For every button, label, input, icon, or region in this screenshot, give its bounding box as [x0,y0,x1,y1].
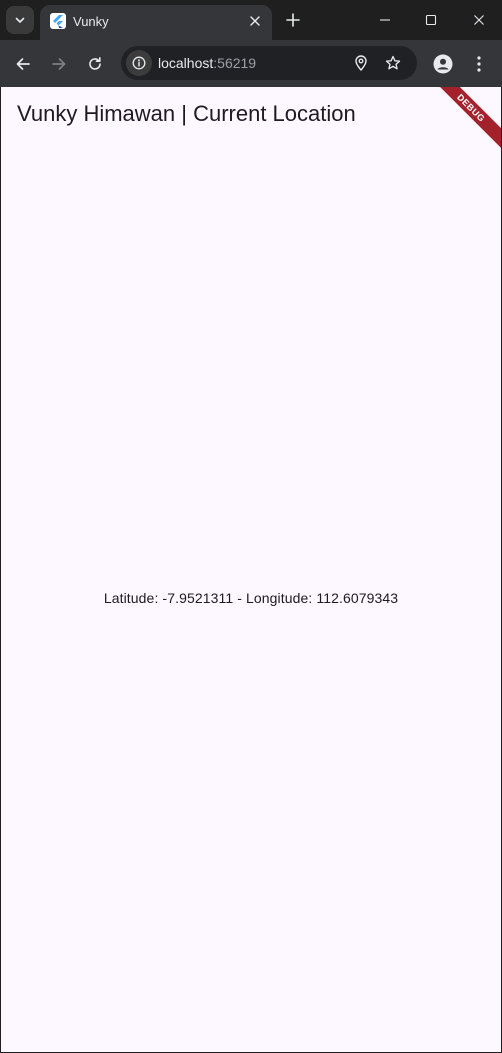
location-permission-button[interactable] [349,51,373,75]
arrow-right-icon [52,58,66,70]
tab-title: Vunky [73,14,109,29]
url-host: localhost [158,55,214,71]
location-pin-icon [355,55,367,71]
close-icon [250,16,260,26]
tab-close-button[interactable] [246,12,264,30]
arrow-left-icon [16,58,30,70]
tab-strip: Vunky [0,0,502,40]
site-info-button[interactable] [126,50,152,76]
tab-search-button[interactable] [6,6,34,34]
debug-banner: DEBUG [423,87,501,156]
plus-icon [286,13,300,27]
chevron-down-icon [15,17,25,23]
maximize-icon [425,14,437,26]
close-icon [474,15,484,25]
reload-button[interactable] [81,50,109,78]
profile-button[interactable] [430,51,456,77]
flutter-favicon-icon [50,13,66,29]
browser-window: Vunky localhost:56219 Vunky Himawan | Cu… [0,0,502,1053]
maximize-button[interactable] [408,4,454,36]
bookmark-button[interactable] [381,51,405,75]
location-text: Latitude: -7.9521311 - Longitude: 112.60… [103,590,399,606]
url-text[interactable]: localhost:56219 [158,55,256,71]
forward-button[interactable] [45,50,73,78]
avatar-icon [433,54,453,74]
browser-toolbar: localhost:56219 [0,40,502,87]
minimize-button[interactable] [362,4,408,36]
star-icon [385,55,401,70]
browser-menu-button[interactable] [468,51,490,77]
reload-icon [89,57,101,70]
window-close-button[interactable] [456,4,502,36]
new-tab-button[interactable] [281,8,305,32]
minimize-icon [380,19,390,21]
app-bar-title: Vunky Himawan | Current Location [17,101,356,126]
app-page: Vunky Himawan | Current Location Latitud… [1,87,501,1052]
back-button[interactable] [9,50,37,78]
kebab-menu-icon [477,56,481,72]
tab-active[interactable]: Vunky [40,5,272,40]
info-icon [132,56,146,70]
address-bar[interactable]: localhost:56219 [121,46,417,80]
url-port: :56219 [213,55,257,71]
